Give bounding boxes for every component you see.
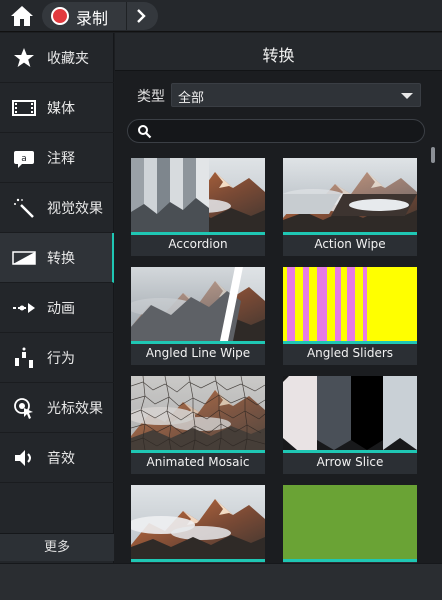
sidebar-item-behaviors[interactable]: 行为 xyxy=(0,333,114,383)
tile-accent-bar xyxy=(131,450,265,453)
tile-accent-bar xyxy=(283,232,417,235)
more-button[interactable]: 更多 xyxy=(0,533,114,561)
transition-icon xyxy=(12,246,36,270)
transition-tile-angled-line-wipe[interactable]: Angled Line Wipe xyxy=(131,267,265,365)
sidebar-item-visual-effects[interactable]: 视觉效果 xyxy=(0,183,114,233)
scroll-thumb[interactable] xyxy=(431,147,435,163)
transition-tile[interactable] xyxy=(283,485,417,563)
transition-thumbnail xyxy=(283,376,417,450)
cursor-effect-icon xyxy=(12,396,36,420)
transition-name: Accordion xyxy=(168,237,228,251)
transition-tile[interactable] xyxy=(131,485,265,563)
transition-thumbnail xyxy=(131,158,265,232)
transition-name: Arrow Slice xyxy=(316,455,384,469)
type-filter-label: 类型 xyxy=(137,89,165,105)
transition-name: Action Wipe xyxy=(314,237,386,251)
panel-title: 转换 xyxy=(262,46,295,65)
top-toolbar: 录制 xyxy=(0,0,442,32)
sidebar-item-label: 行为 xyxy=(47,351,75,367)
bottom-status-bar xyxy=(0,563,442,600)
transition-tile-arrow-slice[interactable]: Arrow Slice xyxy=(283,376,417,474)
transition-thumbnail xyxy=(283,485,417,559)
transition-tile-action-wipe[interactable]: Action Wipe xyxy=(283,158,417,256)
record-button[interactable]: 录制 xyxy=(76,5,108,29)
sidebar-item-label: 媒体 xyxy=(47,101,75,117)
annotation-icon: a xyxy=(12,146,36,170)
transition-name: Angled Line Wipe xyxy=(145,346,251,360)
transition-thumbnail xyxy=(283,158,417,232)
sidebar-item-animations[interactable]: 动画 xyxy=(0,283,114,333)
tile-accent-bar xyxy=(131,559,265,562)
sidebar-item-label: 视觉效果 xyxy=(47,201,103,217)
sidebar-item-transitions[interactable]: 转换 xyxy=(0,233,114,283)
sidebar-item-media[interactable]: 媒体 xyxy=(0,83,114,133)
tile-accent-bar xyxy=(283,559,417,562)
sidebar-item-label: 音效 xyxy=(47,451,75,467)
transitions-panel: 转换 类型 全部 Accordion Action Wipe Angled Li… xyxy=(115,33,442,563)
search-box[interactable] xyxy=(127,119,425,143)
sidebar-item-label: 转换 xyxy=(47,251,75,267)
record-button-group: 录制 xyxy=(42,2,158,30)
sidebar-item-audio-effects[interactable]: 音效 xyxy=(0,433,114,483)
sidebar-item-label: 动画 xyxy=(47,301,75,317)
sidebar: 收藏夹 媒体 a 注释 视觉效果 转换 动画 行为 光标效果 音效 更多 xyxy=(0,33,114,563)
transition-name: Animated Mosaic xyxy=(146,455,250,469)
search-input[interactable] xyxy=(158,122,418,140)
speaker-icon xyxy=(12,446,36,470)
caret-down-icon xyxy=(401,93,413,99)
sidebar-item-cursor-effects[interactable]: 光标效果 xyxy=(0,383,114,433)
transition-name: Angled Sliders xyxy=(306,346,394,360)
behavior-icon xyxy=(12,346,36,370)
chevron-right-icon[interactable] xyxy=(132,7,150,25)
transition-thumbnail xyxy=(131,485,265,559)
sidebar-item-label: 收藏夹 xyxy=(47,51,89,67)
magic-wand-icon xyxy=(12,196,36,220)
transition-thumbnail xyxy=(283,267,417,341)
sidebar-item-annotations[interactable]: a 注释 xyxy=(0,133,114,183)
transition-tile-animated-mosaic[interactable]: Animated Mosaic xyxy=(131,376,265,474)
svg-text:a: a xyxy=(21,154,27,164)
tile-accent-bar xyxy=(283,341,417,344)
type-filter-dropdown[interactable]: 全部 xyxy=(171,83,421,107)
tile-accent-bar xyxy=(283,450,417,453)
animation-arrow-icon xyxy=(12,296,36,320)
tile-accent-bar xyxy=(131,341,265,344)
sidebar-item-label: 光标效果 xyxy=(47,401,103,417)
sidebar-item-favorites[interactable]: 收藏夹 xyxy=(0,33,114,83)
transition-tile-accordion[interactable]: Accordion xyxy=(131,158,265,256)
sidebar-item-label: 注释 xyxy=(47,151,75,167)
transition-tile-angled-sliders[interactable]: Angled Sliders xyxy=(283,267,417,365)
film-icon xyxy=(12,96,36,120)
star-icon xyxy=(12,46,36,70)
home-icon[interactable] xyxy=(8,3,36,29)
scrollbar[interactable] xyxy=(430,145,436,563)
transition-thumbnail xyxy=(131,376,265,450)
divider xyxy=(126,2,127,30)
type-filter-value: 全部 xyxy=(178,91,205,106)
tile-accent-bar xyxy=(131,232,265,235)
panel-header: 转换 xyxy=(115,33,442,71)
record-dot-icon[interactable] xyxy=(51,7,69,25)
transition-thumbnail xyxy=(131,267,265,341)
search-icon xyxy=(137,124,152,139)
